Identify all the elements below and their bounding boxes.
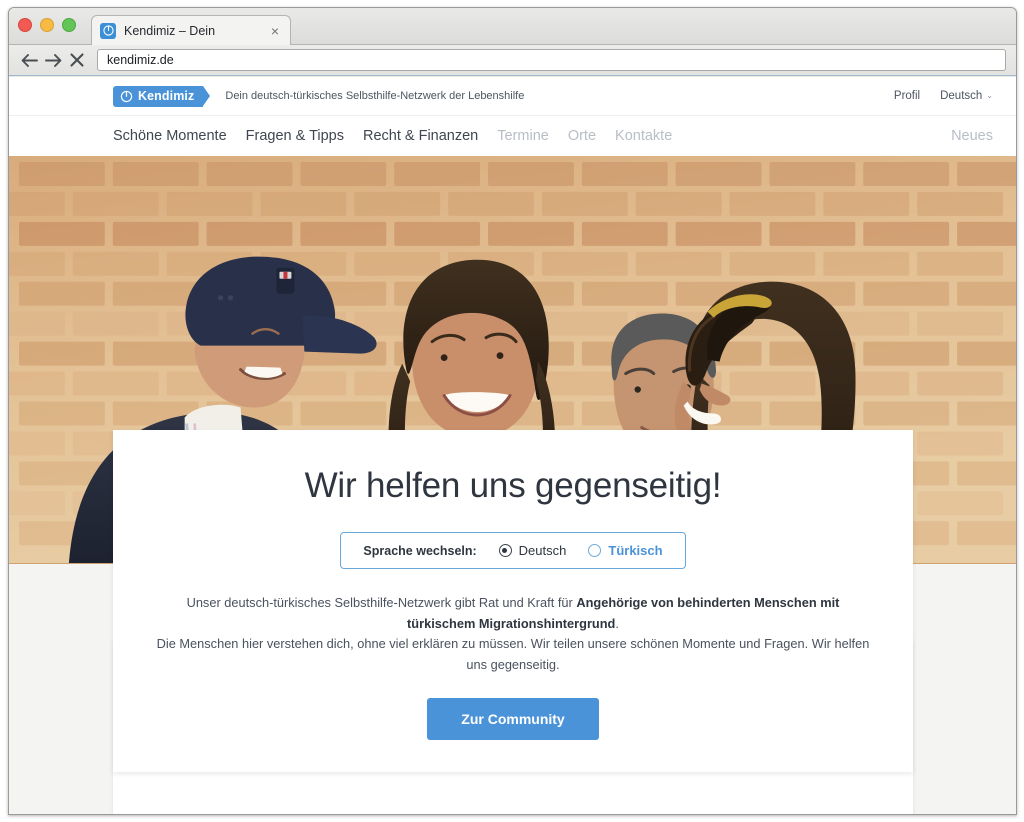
maximize-window-button[interactable] [62,18,76,32]
close-window-button[interactable] [18,18,32,32]
kendimiz-swirl-icon [120,90,133,103]
url-text: kendimiz.de [107,53,174,67]
language-option-deutsch[interactable]: Deutsch [498,543,567,558]
forward-arrow-icon[interactable] [41,49,65,71]
page-title: Wir helfen uns gegenseitig! [304,466,722,505]
zur-community-button[interactable]: Zur Community [427,697,599,740]
browser-window: Kendimiz – Dein × kendimiz.de Kendimiz D… [8,7,1017,815]
minimize-window-button[interactable] [40,18,54,32]
nav-item-orte[interactable]: Orte [568,128,596,144]
nav-item-neues[interactable]: Neues [951,128,993,144]
hero-description: Unser deutsch-türkisches Selbsthilfe-Net… [153,593,873,676]
site-header: Kendimiz Dein deutsch-türkisches Selbsth… [9,77,1016,115]
language-selector[interactable]: Deutsch ⌄ [940,90,993,102]
radio-unselected-icon[interactable] [588,544,602,557]
hero-description-part1: Unser deutsch-türkisches Selbsthilfe-Net… [186,595,577,610]
language-option-tuerkisch[interactable]: Türkisch [588,543,663,558]
chevron-down-icon: ⌄ [986,91,993,100]
language-option-tuerkisch-label: Türkisch [608,543,663,558]
nav-item-recht-finanzen[interactable]: Recht & Finanzen [363,128,478,144]
nav-item-kontakte[interactable]: Kontakte [615,128,672,144]
nav-right: Neues [951,127,993,145]
tab-title: Kendimiz – Dein [124,23,216,38]
site-logo[interactable]: Kendimiz [113,85,211,107]
browser-toolbar: kendimiz.de [9,45,1016,76]
language-option-deutsch-label: Deutsch [518,543,567,558]
radio-selected-icon[interactable] [498,544,512,557]
nav-list: Schöne Momente Fragen & Tipps Recht & Fi… [113,128,672,144]
site-tagline: Dein deutsch-türkisches Selbsthilfe-Netz… [225,90,525,102]
nav-item-termine[interactable]: Termine [497,128,549,144]
window-controls [18,18,76,32]
back-arrow-icon[interactable] [17,49,41,71]
close-tab-icon[interactable]: × [268,24,282,38]
hero-description-part2: . [615,615,619,631]
main-navigation: Schöne Momente Fragen & Tipps Recht & Fi… [9,115,1016,156]
nav-item-fragen-tipps[interactable]: Fragen & Tipps [246,128,344,144]
page-viewport: Kendimiz Dein deutsch-türkisches Selbsth… [9,77,1016,814]
address-bar[interactable]: kendimiz.de [97,49,1006,71]
browser-titlebar: Kendimiz – Dein × [9,8,1016,45]
language-selector-label: Deutsch [940,90,983,102]
language-switch-label: Sprache wechseln: [363,543,477,558]
header-utility-nav: Profil Deutsch ⌄ [894,90,993,102]
kendimiz-swirl-icon [100,22,116,39]
profile-link[interactable]: Profil [894,90,920,102]
hero-description-part3: Die Menschen hier verstehen dich, ohne v… [156,636,870,673]
nav-item-schoene-momente[interactable]: Schöne Momente [113,128,227,144]
stop-x-icon[interactable] [65,49,89,71]
browser-tab[interactable]: Kendimiz – Dein × [91,15,291,45]
site-logo-text: Kendimiz [138,89,195,103]
hero-card: Wir helfen uns gegenseitig! Sprache wech… [113,430,913,772]
language-switch-group: Sprache wechseln: Deutsch Türkisch [340,532,686,569]
